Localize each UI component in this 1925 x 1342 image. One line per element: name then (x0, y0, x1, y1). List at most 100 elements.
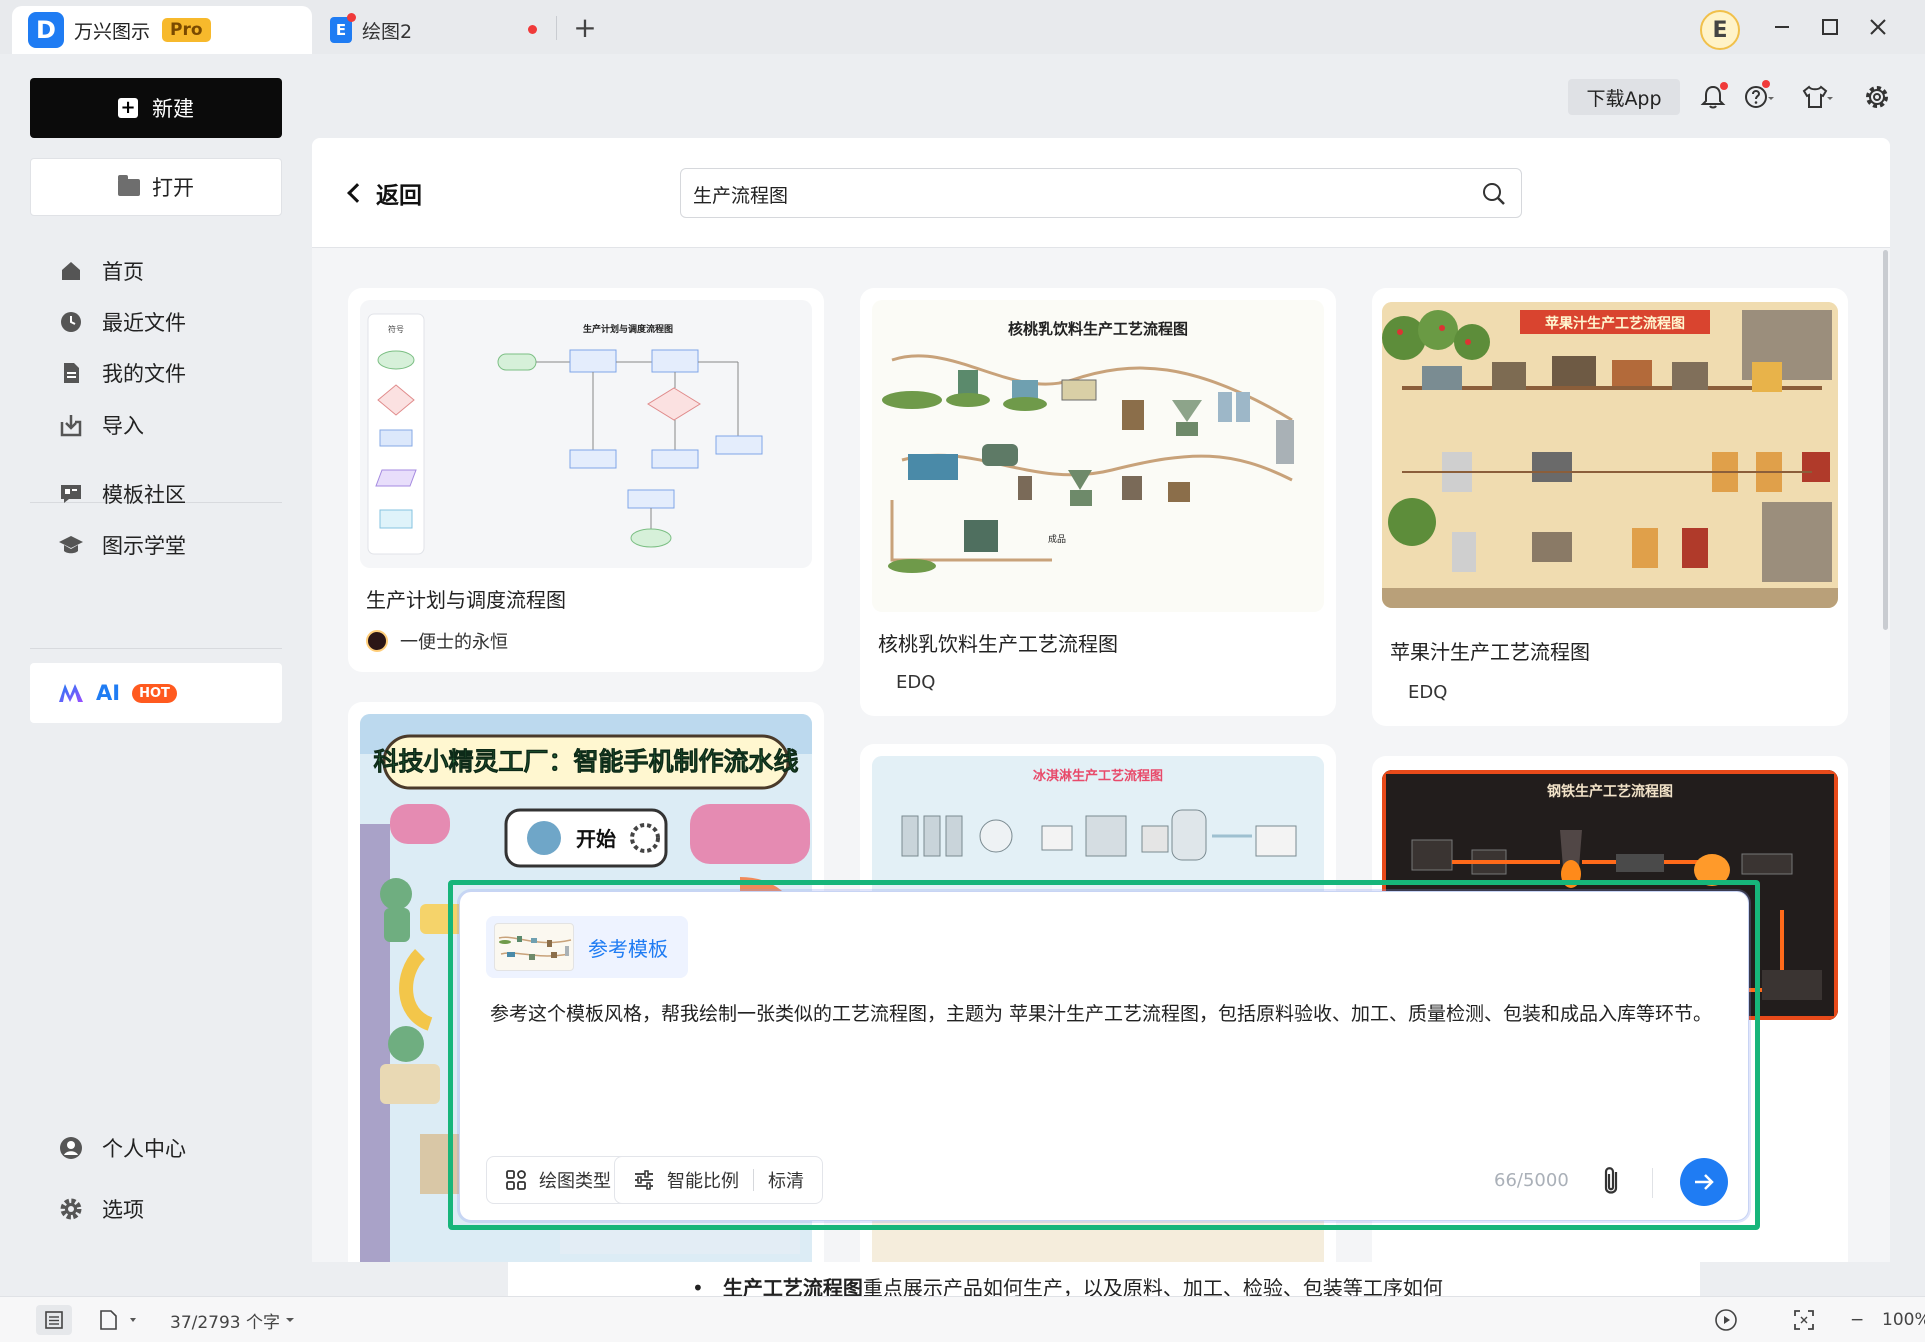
template-card-title: 核桃乳饮料生产工艺流程图 (878, 632, 1118, 656)
send-button[interactable] (1680, 1158, 1728, 1206)
home-icon (58, 258, 84, 284)
pro-badge: Pro (162, 18, 211, 42)
thumb-title: 苹果汁生产工艺流程图 (1545, 315, 1685, 332)
tab-divider (556, 16, 557, 40)
word-count-text: 37/2793 个字 (170, 1312, 281, 1333)
ai-prompt-highlight: 参考模板 参考这个模板风格，帮我绘制一张类似的工艺流程图，主题为 苹果汁生产工艺… (448, 880, 1760, 1230)
template-card[interactable]: 核桃乳饮料生产工艺流程图 成品 核桃乳饮料生产工艺流程图 EDQ (860, 288, 1336, 716)
search-input[interactable] (693, 179, 1453, 209)
new-tab-button[interactable]: + (568, 10, 602, 44)
outline-toggle[interactable] (36, 1305, 72, 1335)
back-button[interactable]: 返回 (347, 176, 422, 210)
document-icon: E (330, 13, 356, 43)
draw-type-button[interactable]: 绘图类型 (486, 1156, 630, 1204)
status-bar: 37/2793 个字 − 100% (0, 1296, 1925, 1342)
sidebar-item-my-files[interactable]: 我的文件 (58, 353, 186, 393)
author-name: 一便士的永恒 (400, 632, 508, 653)
sidebar-item-label: 模板社区 (102, 483, 186, 507)
sidebar-item-recent[interactable]: 最近文件 (58, 302, 186, 342)
thumb-title: 科技小精灵工厂：智能手机制作流水线 (373, 747, 798, 776)
prompt-textarea[interactable]: 参考这个模板风格，帮我绘制一张类似的工艺流程图，主题为 苹果汁生产工艺流程图，包… (490, 996, 1730, 1032)
hot-badge: HOT (132, 683, 177, 703)
character-counter: 66/5000 (1494, 1170, 1569, 1191)
community-icon (58, 481, 84, 507)
tab-drawing2-label: 绘图2 (362, 20, 413, 43)
close-button[interactable] (1858, 10, 1898, 44)
page-menu[interactable] (98, 1307, 138, 1333)
document-canvas-strip: • 生产工艺流程图重点展示产品如何生产，以及原料、加工、检验、包装等工序如何 (0, 1262, 1925, 1296)
sidebar-item-ai[interactable]: AI HOT (30, 663, 282, 723)
new-button[interactable]: + 新建 (30, 78, 282, 138)
help-button[interactable] (1742, 80, 1776, 114)
sidebar-item-options[interactable]: 选项 (58, 1189, 144, 1229)
plus-icon: + (118, 98, 138, 118)
template-card[interactable]: 符号 生产计划与调度流程图 生产计划与调度流程图 一便士的永恒 (348, 288, 824, 672)
sliders-icon (635, 1170, 653, 1190)
document-text-line: • 生产工艺流程图重点展示产品如何生产，以及原料、加工、检验、包装等工序如何 (692, 1272, 1443, 1296)
paperclip-icon[interactable] (1596, 1164, 1626, 1198)
open-button[interactable]: 打开 (30, 158, 282, 216)
toolbar-separator (1652, 1168, 1653, 1198)
sidebar-item-home[interactable]: 首页 (58, 251, 144, 291)
tab-drawing2[interactable]: E 绘图2 (330, 10, 412, 50)
sidebar-item-label: 选项 (102, 1198, 144, 1222)
maximize-button[interactable] (1810, 10, 1850, 44)
sidebar-item-label: 图示学堂 (102, 534, 186, 558)
sidebar-item-label: 首页 (102, 260, 144, 284)
sidebar-item-label: 最近文件 (102, 311, 186, 335)
tab-home[interactable]: D 万兴图示 Pro (12, 6, 312, 54)
sidebar-item-academy[interactable]: 图示学堂 (58, 525, 186, 565)
template-card-author: 一便士的永恒 (366, 628, 508, 654)
document-page: • 生产工艺流程图重点展示产品如何生产，以及原料、加工、检验、包装等工序如何 (508, 1262, 1700, 1296)
scrollbar[interactable] (1883, 250, 1888, 630)
word-count[interactable]: 37/2793 个字 (170, 1307, 296, 1333)
chevron-left-icon (347, 183, 367, 203)
clock-icon (58, 309, 84, 335)
import-icon (58, 412, 84, 438)
gear-icon (1866, 86, 1888, 108)
thumb-title: 钢铁生产工艺流程图 (1547, 783, 1673, 800)
thumb-title: 冰淇淋生产工艺流程图 (1033, 768, 1163, 784)
open-button-label: 打开 (152, 176, 194, 200)
template-card-author: EDQ (1390, 682, 1447, 703)
fit-screen-button[interactable] (1792, 1307, 1816, 1333)
draw-type-label: 绘图类型 (539, 1171, 611, 1192)
notification-dot (1720, 82, 1728, 90)
close-icon (1870, 19, 1886, 35)
template-card-title: 苹果汁生产工艺流程图 (1390, 640, 1590, 664)
sidebar-item-template-community[interactable]: 模板社区 (58, 474, 186, 514)
thumb-title: 生产计划与调度流程图 (583, 323, 673, 335)
template-thumbnail: 符号 生产计划与调度流程图 (360, 300, 812, 568)
user-avatar[interactable]: E (1700, 10, 1740, 50)
template-card[interactable]: 苹果汁生产工艺流程图 苹果汁生产工艺流程图 EDQ (1372, 288, 1848, 726)
zoom-minus: − (1850, 1310, 1865, 1330)
sidebar-item-personal-center[interactable]: 个人中心 (58, 1128, 186, 1168)
minimize-icon (1775, 26, 1789, 28)
ai-logo-icon (59, 684, 83, 702)
play-button[interactable] (1714, 1307, 1738, 1333)
search-icon[interactable] (1481, 181, 1507, 207)
download-app-button[interactable]: 下载App (1568, 79, 1680, 115)
zoom-out-button[interactable]: − (1850, 1307, 1864, 1333)
search-box (680, 168, 1522, 218)
document-text: 重点展示产品如何生产，以及原料、加工、检验、包装等工序如何 (862, 1276, 1443, 1296)
app-logo-icon: D (28, 12, 64, 48)
option-separator (753, 1169, 754, 1191)
help-dot (1762, 80, 1770, 88)
template-thumbnail: 苹果汁生产工艺流程图 (1382, 302, 1838, 608)
settings-button[interactable] (1860, 80, 1894, 114)
unsaved-indicator (528, 25, 537, 34)
author-name: EDQ (896, 672, 936, 693)
smart-ratio-button[interactable]: 智能比例 标清 (614, 1156, 823, 1204)
reference-thumbnail (494, 923, 574, 971)
reference-template-chip[interactable]: 参考模板 (486, 916, 688, 978)
sidebar-item-import[interactable]: 导入 (58, 405, 144, 445)
document-bold-text: 生产工艺流程图 (722, 1276, 863, 1296)
bullet: • (692, 1276, 704, 1296)
notification-button[interactable] (1696, 80, 1730, 114)
zoom-level[interactable]: 100% (1882, 1307, 1925, 1333)
skin-button[interactable] (1800, 80, 1834, 114)
template-card-title: 生产计划与调度流程图 (366, 588, 566, 612)
minimize-button[interactable] (1762, 10, 1802, 44)
thumb-sidebar-label: 符号 (388, 324, 404, 334)
